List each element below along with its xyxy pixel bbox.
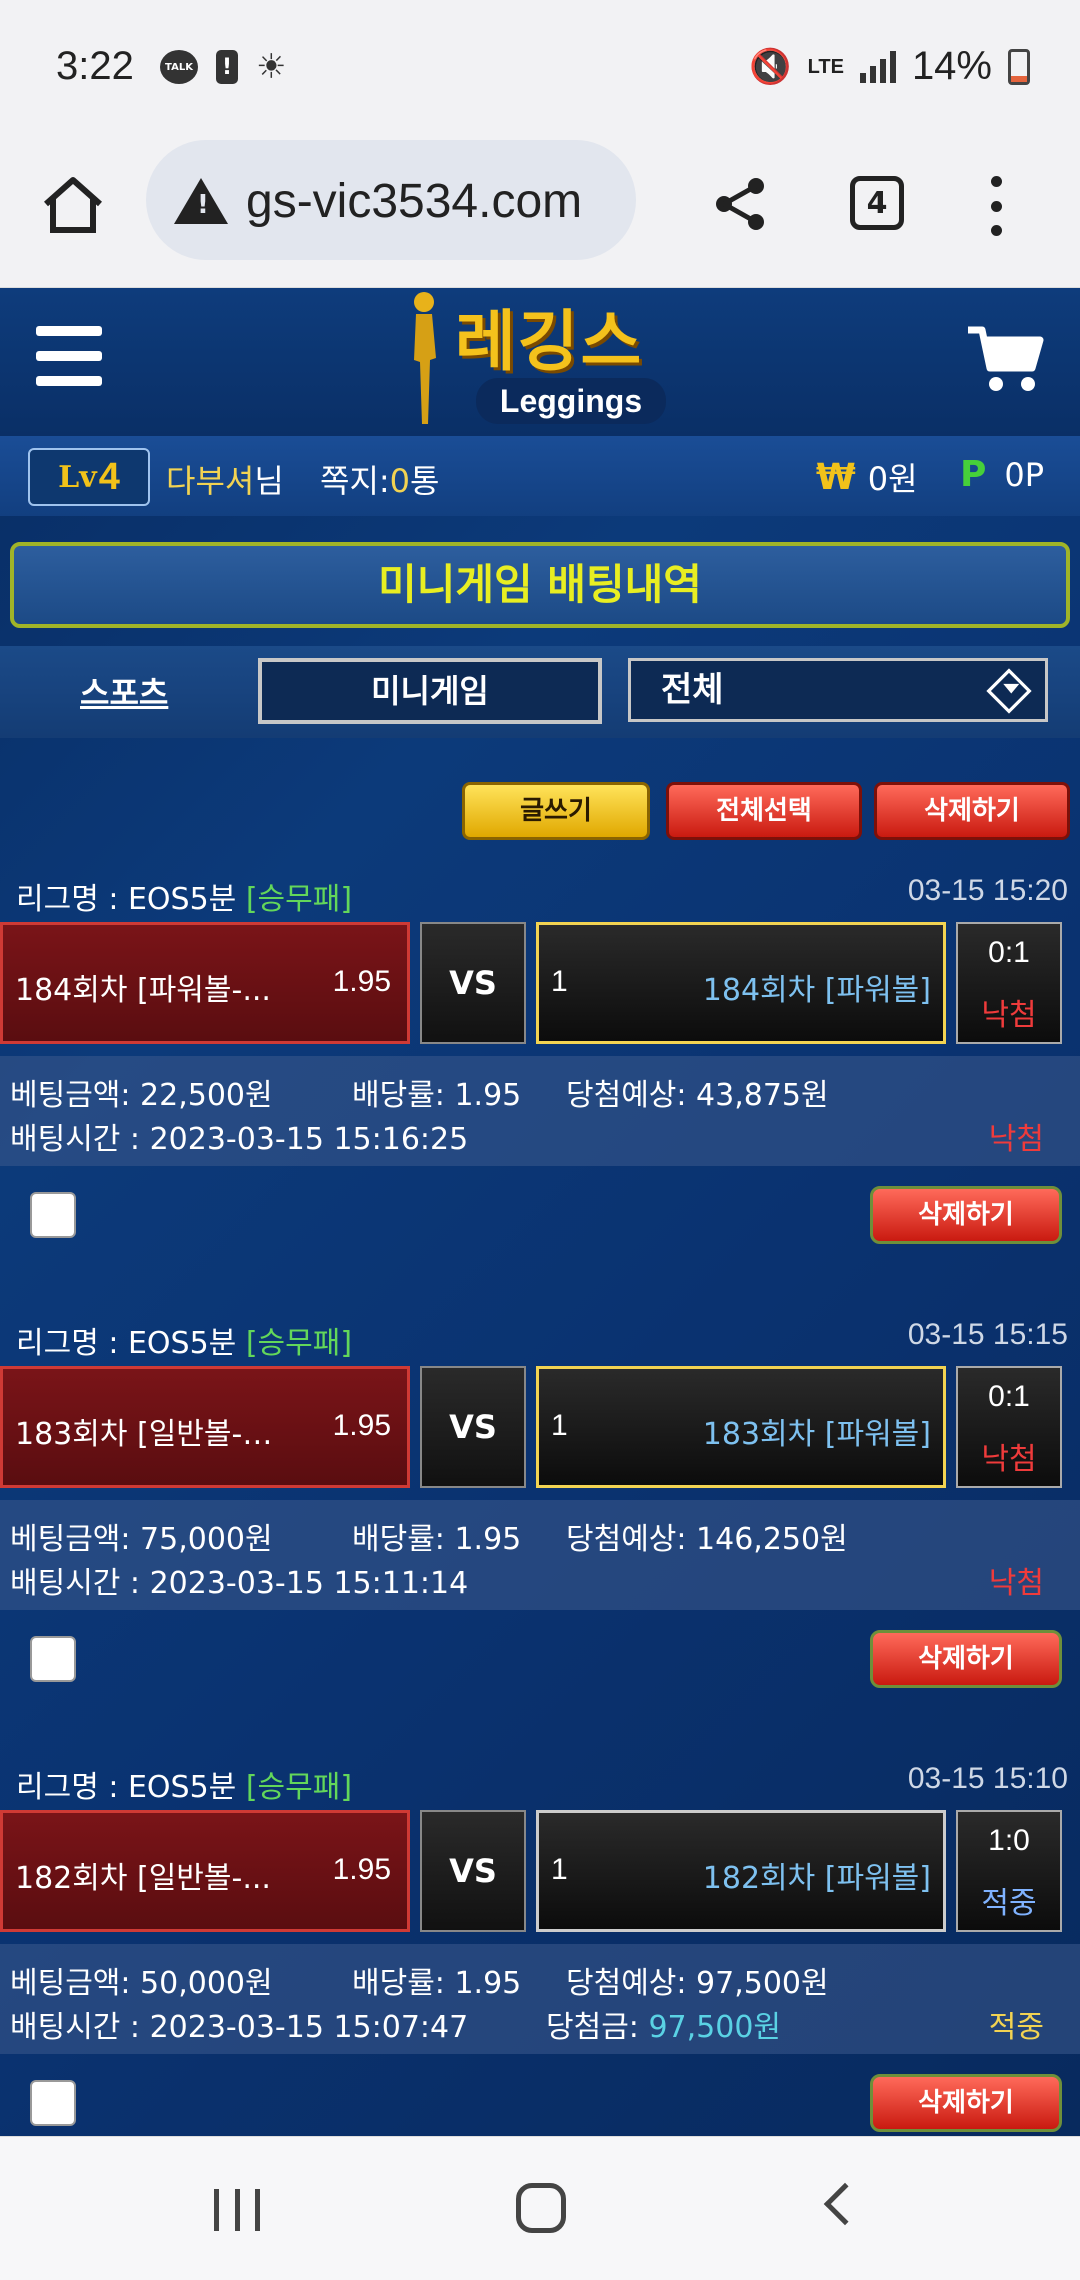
- bet-item: 리그명 : EOS5분 [승무패] 03-15 15:10 182회차 [일반볼…: [0, 1752, 1080, 2136]
- alert-notification-icon: !: [216, 50, 238, 84]
- bet-date: 03-15 15:10: [907, 1762, 1068, 1795]
- bet-info: 베팅금액: 75,000원 배당률: 1.95 당첨예상: 146,250원 배…: [0, 1500, 1080, 1610]
- money-balance: ₩ 0원: [816, 456, 918, 499]
- bet-info: 베팅금액: 50,000원 배당률: 1.95 당첨예상: 97,500원 배팅…: [0, 1944, 1080, 2054]
- tabs-count-button[interactable]: 4: [850, 176, 904, 230]
- recent-apps-icon[interactable]: [214, 2189, 260, 2231]
- system-nav-bar: [0, 2136, 1080, 2280]
- category-tabs: 스포츠 미니게임 전체: [0, 646, 1080, 738]
- warning-icon: !: [174, 178, 228, 224]
- league-name: 리그명 : EOS5분 [승무패]: [16, 1326, 353, 1361]
- league-name: 리그명 : EOS5분 [승무패]: [16, 882, 353, 917]
- won-icon: ₩: [816, 456, 856, 498]
- bet-item: 리그명 : EOS5분 [승무패] 03-15 15:15 183회차 [일반볼…: [0, 1308, 1080, 1738]
- bet-checkbox[interactable]: [30, 2080, 76, 2126]
- vs-label: VS: [420, 922, 526, 1044]
- score-box: 0:1 낙첨: [956, 1366, 1062, 1488]
- tab-minigame[interactable]: 미니게임: [258, 658, 602, 724]
- score-box: 0:1 낙첨: [956, 922, 1062, 1044]
- home-pick[interactable]: 183회차 [일반볼-홀] 1.95: [0, 1366, 410, 1488]
- bet-date: 03-15 15:15: [907, 1318, 1068, 1351]
- write-button[interactable]: 글쓰기: [462, 782, 650, 840]
- browser-toolbar: ! gs-vic3534.com 4: [0, 140, 1080, 288]
- bet-checkbox[interactable]: [30, 1636, 76, 1682]
- status-bar: 3:22 TALK ! ☀ 🔇 LTE 14%: [0, 0, 1080, 140]
- url-text: gs-vic3534.com: [246, 175, 583, 228]
- website-content: 레깅스 Leggings Lv 4 다부셔님 쪽지:0통 ₩ 0원 P 0P 미니…: [0, 288, 1080, 2136]
- signal-icon: [859, 50, 896, 83]
- bet-checkbox[interactable]: [30, 1192, 76, 1238]
- message-count[interactable]: 쪽지:0통: [320, 456, 439, 502]
- win-amount: 당첨금: 97,500원: [546, 2010, 782, 2045]
- site-header: 레깅스 Leggings: [0, 288, 1080, 436]
- delete-button[interactable]: 삭제하기: [870, 2074, 1062, 2132]
- logo-english[interactable]: Leggings: [476, 378, 666, 424]
- more-vert-icon[interactable]: [984, 176, 1008, 236]
- league-name: 리그명 : EOS5분 [승무패]: [16, 1770, 353, 1805]
- url-bar[interactable]: ! gs-vic3534.com: [146, 140, 636, 260]
- score-box: 1:0 적중: [956, 1810, 1062, 1932]
- delete-all-button[interactable]: 삭제하기: [874, 782, 1070, 840]
- filter-select[interactable]: 전체: [628, 658, 1048, 722]
- logo-figure-icon: [414, 292, 436, 424]
- page-title: 미니게임 배팅내역: [10, 542, 1070, 628]
- bet-status: 낙첨: [988, 1566, 1044, 1601]
- brightness-icon: ☀: [256, 47, 287, 87]
- battery-icon: [1008, 48, 1030, 85]
- bet-item: 리그명 : EOS5분 [승무패] 03-15 15:20 184회차 [파워볼…: [0, 864, 1080, 1294]
- bet-status: 낙첨: [988, 1122, 1044, 1157]
- vs-label: VS: [420, 1810, 526, 1932]
- dropdown-icon: [986, 668, 1032, 714]
- bet-info: 베팅금액: 22,500원 배당률: 1.95 당첨예상: 43,875원 배팅…: [0, 1056, 1080, 1166]
- bet-date: 03-15 15:20: [907, 874, 1068, 907]
- select-all-button[interactable]: 전체선택: [666, 782, 862, 840]
- lte-icon: LTE: [807, 55, 844, 78]
- away-pick[interactable]: 1 184회차 [파워볼]: [536, 922, 946, 1044]
- hamburger-icon[interactable]: [36, 326, 102, 386]
- battery-percent: 14%: [911, 44, 992, 88]
- mute-icon: 🔇: [749, 47, 792, 86]
- level-badge: Lv 4: [28, 448, 150, 506]
- vs-label: VS: [420, 1366, 526, 1488]
- points-icon: P: [960, 454, 987, 495]
- back-icon[interactable]: [823, 2182, 867, 2226]
- delete-button[interactable]: 삭제하기: [870, 1630, 1062, 1688]
- away-pick[interactable]: 1 182회차 [파워볼]: [536, 1810, 946, 1932]
- logo-korean[interactable]: 레깅스: [455, 288, 643, 384]
- user-info-bar: Lv 4 다부셔님 쪽지:0통 ₩ 0원 P 0P: [0, 436, 1080, 516]
- share-icon[interactable]: [712, 176, 768, 232]
- home-pick[interactable]: 184회차 [파워볼-... 1.95: [0, 922, 410, 1044]
- username: 다부셔님: [166, 462, 284, 500]
- bet-status: 적중: [988, 2010, 1044, 2045]
- delete-button[interactable]: 삭제하기: [870, 1186, 1062, 1244]
- talk-notification-icon: TALK: [160, 50, 198, 84]
- status-time: 3:22: [56, 44, 134, 88]
- home-nav-icon[interactable]: [516, 2183, 566, 2233]
- points-balance: P 0P: [960, 454, 1045, 495]
- tab-sports[interactable]: 스포츠: [80, 668, 168, 714]
- away-pick[interactable]: 1 183회차 [파워볼]: [536, 1366, 946, 1488]
- cart-icon[interactable]: [966, 324, 1046, 394]
- home-icon[interactable]: [40, 172, 106, 238]
- home-pick[interactable]: 182회차 [일반볼-... 1.95: [0, 1810, 410, 1932]
